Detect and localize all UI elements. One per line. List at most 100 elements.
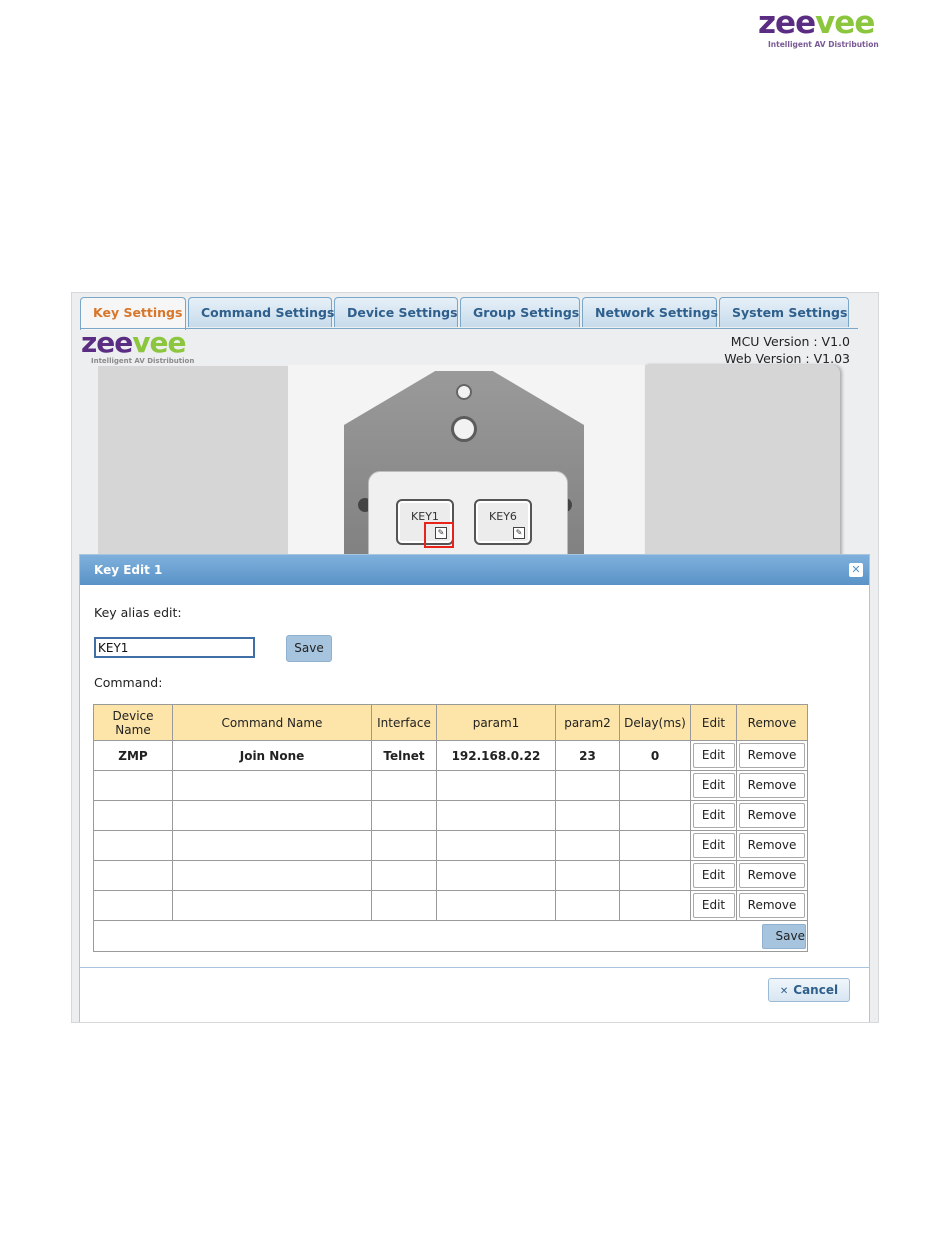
cell-param2: 23 [555,740,620,771]
table-row: Edit Remove [93,860,808,891]
version-info: MCU Version : V1.0 Web Version : V1.03 [724,333,850,367]
cell-param2 [555,830,620,861]
table-row: Edit Remove [93,770,808,801]
remove-button[interactable]: Remove [739,773,805,798]
logo-tagline: Intelligent AV Distribution [768,40,879,49]
cell-param2 [555,770,620,801]
key-6-label: KEY6 [489,510,517,523]
cell-param2 [555,800,620,831]
cell-interface: Telnet [371,740,437,771]
cell-delay [619,830,691,861]
remove-button[interactable]: Remove [739,803,805,828]
cell-param1 [436,770,556,801]
cell-command [172,770,372,801]
edit-button[interactable]: Edit [692,893,735,918]
mount-hole-top [456,384,472,400]
edit-button[interactable]: Edit [692,833,735,858]
cell-interface [371,830,437,861]
table-save-button[interactable]: Save [762,923,806,949]
remove-button[interactable]: Remove [739,743,805,768]
close-icon[interactable]: ✕ [849,563,863,577]
header-remove: Remove [736,704,808,741]
cell-interface [371,860,437,891]
alias-label: Key alias edit: [94,605,182,620]
command-label: Command: [94,675,163,690]
app-logo-text-zee: zee [81,326,133,359]
cell-command [172,860,372,891]
header-param1: param1 [436,704,556,741]
table-header-row: Device Name Command Name Interface param… [93,704,808,741]
alias-input[interactable] [94,637,255,658]
cancel-button[interactable]: ✕ Cancel [768,978,850,1002]
command-table: Device Name Command Name Interface param… [93,704,808,952]
logo-text-vee: vee [815,5,875,41]
cell-param2 [555,890,620,921]
remove-button[interactable]: Remove [739,833,805,858]
table-row: ZMP Join None Telnet 192.168.0.22 23 0 E… [93,740,808,771]
edit-button[interactable]: Edit [692,773,735,798]
cell-command [172,800,372,831]
key-edit-dialog: Key Edit 1 ✕ Key alias edit: Save Comman… [79,554,870,1022]
cancel-label: Cancel [793,983,839,997]
tab-bar: Key Settings Command Settings Device Set… [80,297,851,330]
edit-button[interactable]: Edit [692,803,735,828]
key-button-6[interactable]: KEY6 ✎ [474,499,532,545]
header-delay: Delay(ms) [619,704,691,741]
dialog-title: Key Edit 1 [94,563,163,577]
logo-text-zee: zee [758,5,816,41]
cell-device [93,770,173,801]
cell-device: ZMP [93,740,173,771]
cell-device [93,860,173,891]
left-panel [98,366,288,566]
cell-interface [371,770,437,801]
alias-save-button[interactable]: Save [286,635,332,662]
edit-button[interactable]: Edit [692,863,735,888]
cell-param1 [436,800,556,831]
mount-hole-center [451,416,477,442]
cell-command [172,830,372,861]
dialog-footer-divider [80,967,869,968]
cell-device [93,890,173,921]
cell-param2 [555,860,620,891]
header-edit: Edit [690,704,737,741]
cell-device [93,800,173,831]
web-ui-screenshot: Key Settings Command Settings Device Set… [71,292,879,1023]
tab-system-settings[interactable]: System Settings [719,297,849,327]
cell-param1: 192.168.0.22 [436,740,556,771]
cell-interface [371,890,437,921]
cell-delay [619,890,691,921]
remove-button[interactable]: Remove [739,893,805,918]
header-command-name: Command Name [172,704,372,741]
remove-button[interactable]: Remove [739,863,805,888]
table-footer-row: Save [93,920,808,952]
tab-network-settings[interactable]: Network Settings [582,297,718,327]
header-interface: Interface [371,704,437,741]
cell-device [93,830,173,861]
header-device-name: Device Name [93,704,173,741]
table-row: Edit Remove [93,800,808,831]
cell-command [172,890,372,921]
cell-interface [371,800,437,831]
table-row: Edit Remove [93,830,808,861]
cell-command: Join None [172,740,372,771]
x-icon: ✕ [779,986,789,997]
tab-group-settings[interactable]: Group Settings [460,297,580,327]
cell-param1 [436,890,556,921]
edit-icon[interactable]: ✎ [513,527,525,539]
app-logo-tagline: Intelligent AV Distribution [91,357,195,365]
cell-delay [619,800,691,831]
edit-button[interactable]: Edit [692,743,735,768]
cell-param1 [436,830,556,861]
highlight-box [424,522,454,548]
zeevee-logo: zeevee Intelligent AV Distribution [752,8,882,50]
tab-device-settings[interactable]: Device Settings [334,297,458,327]
right-panel [645,365,840,565]
dialog-header: Key Edit 1 [80,555,869,585]
tab-command-settings[interactable]: Command Settings [188,297,334,327]
cell-param1 [436,860,556,891]
app-logo: zeevee Intelligent AV Distribution [81,329,201,369]
cell-delay [619,770,691,801]
app-logo-text-vee: vee [132,326,186,359]
table-row: Edit Remove [93,890,808,921]
header-param2: param2 [555,704,620,741]
